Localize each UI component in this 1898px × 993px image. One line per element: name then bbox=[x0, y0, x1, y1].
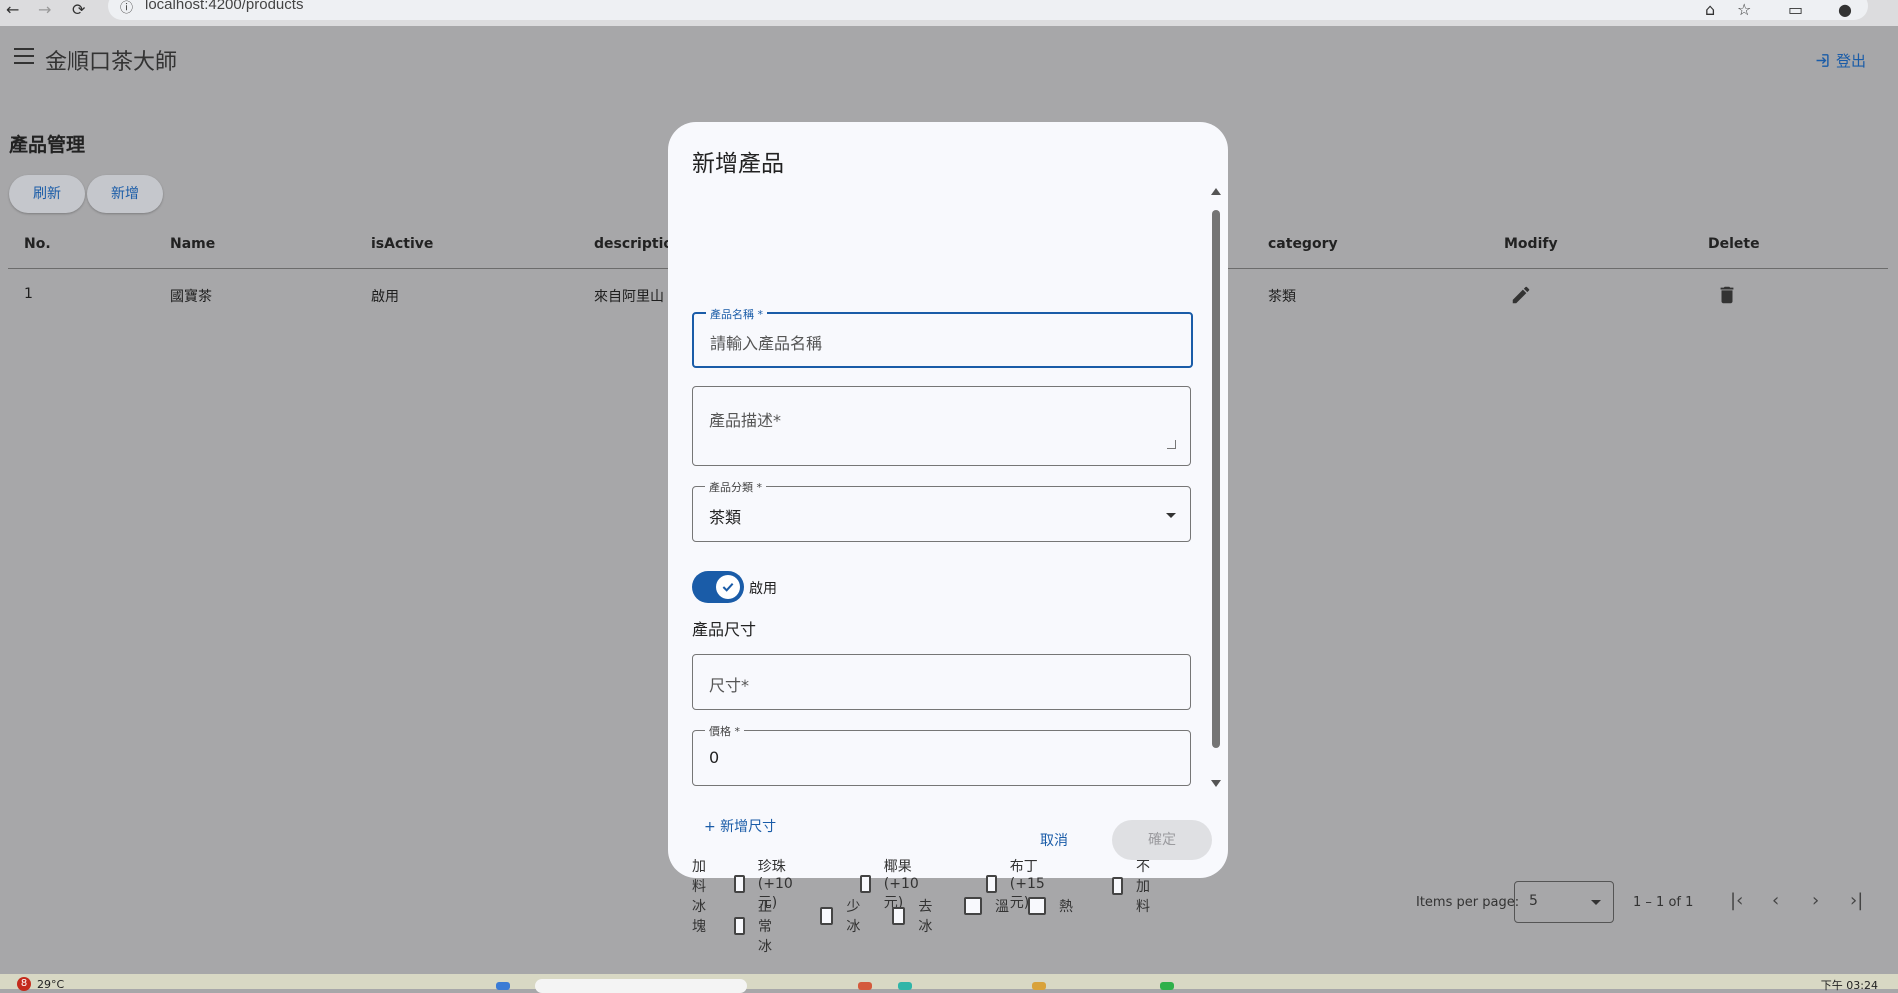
header-modify: Modify bbox=[1504, 236, 1558, 252]
paginator: Items per page: 5 1 – 1 of 1 |‹ ‹ › ›| bbox=[1390, 880, 1890, 926]
product-name-input[interactable]: 請輸入產品名稱 bbox=[710, 330, 822, 354]
caret-down-icon bbox=[1591, 900, 1601, 905]
first-page-icon[interactable]: |‹ bbox=[1730, 890, 1743, 911]
scroll-up-icon[interactable] bbox=[1211, 188, 1221, 195]
logout-icon bbox=[1816, 54, 1829, 67]
scroll-down-icon[interactable] bbox=[1211, 780, 1221, 787]
ice-option[interactable]: 正常冰 bbox=[734, 896, 779, 956]
cell-category: 茶類 bbox=[1268, 289, 1296, 305]
price-label: 價格 * bbox=[705, 723, 744, 739]
product-category-select[interactable]: 產品分類 * 茶類 bbox=[692, 479, 1191, 542]
page-title: 產品管理 bbox=[9, 134, 86, 156]
star-icon[interactable]: ☆ bbox=[1737, 0, 1751, 19]
page-size-value: 5 bbox=[1529, 893, 1538, 909]
logout-button[interactable]: 登出 bbox=[1813, 50, 1866, 71]
profile-icon[interactable]: ● bbox=[1838, 0, 1852, 19]
toppings-label: 加料 bbox=[692, 859, 706, 895]
cancel-button[interactable]: 取消 bbox=[1040, 830, 1068, 850]
previous-page-icon[interactable]: ‹ bbox=[1772, 890, 1779, 911]
checkbox[interactable] bbox=[860, 875, 871, 893]
ice-option[interactable]: 去冰 bbox=[892, 896, 937, 936]
cell-no: 1 bbox=[24, 286, 33, 302]
arrow-right-icon[interactable]: → bbox=[38, 0, 51, 19]
caret-down-icon bbox=[1166, 513, 1176, 518]
delete-icon[interactable] bbox=[1716, 284, 1738, 310]
add-size-button[interactable]: + 新增尺寸 bbox=[704, 816, 776, 836]
action-buttons: 刷新 新增 bbox=[9, 175, 163, 213]
weather-temperature: 29°C bbox=[37, 978, 65, 991]
header-name: Name bbox=[170, 236, 216, 252]
page-size-select[interactable]: 5 bbox=[1514, 881, 1614, 923]
extensions-icon[interactable]: ▭ bbox=[1788, 0, 1803, 19]
check-icon bbox=[722, 582, 734, 592]
address-bar[interactable] bbox=[108, 0, 1868, 20]
checkbox[interactable] bbox=[1028, 897, 1046, 915]
size-field[interactable]: 尺寸* bbox=[692, 654, 1191, 710]
checkbox[interactable] bbox=[734, 917, 745, 935]
app-title: 金順口茶大師 bbox=[45, 50, 178, 75]
cell-name: 國寶茶 bbox=[170, 289, 212, 305]
size-input[interactable]: 尺寸* bbox=[709, 672, 749, 696]
last-page-icon[interactable]: ›| bbox=[1850, 890, 1863, 911]
logout-label: 登出 bbox=[1835, 52, 1866, 70]
product-name-field[interactable]: 產品名稱 * 請輸入產品名稱 bbox=[692, 306, 1193, 368]
header-category: category bbox=[1268, 236, 1338, 252]
product-name-label: 產品名稱 * bbox=[706, 306, 767, 322]
dialog-scrollbar[interactable] bbox=[1210, 182, 1222, 792]
checkbox[interactable] bbox=[964, 897, 982, 915]
taskbar-search[interactable] bbox=[535, 979, 747, 993]
product-description-field[interactable]: 產品描述* bbox=[692, 386, 1191, 466]
taskbar-clock: 下午 03:24 bbox=[1820, 979, 1878, 992]
checkbox[interactable] bbox=[734, 875, 745, 893]
dialog-form: 產品名稱 * 請輸入產品名稱 產品描述* 產品分類 * 茶類 啟用 產品尺寸 尺… bbox=[692, 182, 1202, 955]
refresh-button[interactable]: 刷新 bbox=[9, 175, 85, 213]
header-delete: Delete bbox=[1708, 236, 1760, 252]
cell-is-active: 啟用 bbox=[371, 289, 399, 305]
product-description-input[interactable]: 產品描述* bbox=[709, 407, 781, 431]
reload-icon[interactable]: ⟳ bbox=[72, 0, 85, 19]
toggle-knob bbox=[716, 575, 740, 599]
active-toggle[interactable] bbox=[692, 571, 744, 603]
taskbar bbox=[0, 974, 1898, 989]
price-field[interactable]: 價格 * 0 bbox=[692, 723, 1191, 786]
add-product-button[interactable]: 新增 bbox=[87, 175, 163, 213]
checkbox[interactable] bbox=[892, 907, 906, 925]
resize-handle-icon[interactable] bbox=[1167, 440, 1176, 449]
header-is-active: isActive bbox=[371, 236, 434, 252]
product-category-label: 產品分類 * bbox=[705, 479, 766, 495]
page-range: 1 – 1 of 1 bbox=[1633, 895, 1694, 910]
header-no: No. bbox=[24, 236, 51, 252]
app-header: 金順口茶大師 登出 bbox=[0, 26, 1898, 90]
items-per-page-label: Items per page: bbox=[1416, 895, 1520, 910]
ice-option[interactable]: 少冰 bbox=[820, 896, 865, 936]
topping-option[interactable]: 不加料 bbox=[1112, 856, 1157, 916]
ice-label: 冰塊 bbox=[692, 899, 706, 935]
checkbox[interactable] bbox=[986, 875, 997, 893]
checkbox[interactable] bbox=[1112, 877, 1123, 895]
product-category-value: 茶類 bbox=[709, 508, 742, 527]
active-toggle-label: 啟用 bbox=[749, 581, 777, 597]
ice-option[interactable]: 溫 bbox=[964, 896, 1009, 916]
scrollbar-thumb[interactable] bbox=[1212, 210, 1220, 748]
ice-option[interactable]: 熱 bbox=[1028, 896, 1073, 916]
add-product-dialog: 新增產品 產品名稱 * 請輸入產品名稱 產品描述* 產品分類 * 茶類 啟用 產… bbox=[668, 122, 1228, 955]
checkbox[interactable] bbox=[820, 907, 834, 925]
menu-icon[interactable] bbox=[14, 48, 34, 64]
translate-icon[interactable]: ⌂ bbox=[1705, 0, 1715, 19]
edit-icon[interactable] bbox=[1510, 284, 1532, 310]
arrow-left-icon[interactable]: ← bbox=[6, 0, 19, 19]
price-input[interactable]: 0 bbox=[709, 748, 719, 767]
dialog-title: 新增產品 bbox=[692, 151, 784, 177]
next-page-icon[interactable]: › bbox=[1812, 890, 1819, 911]
browser-bar: ← → ⟳ ⓘ localhost:4200/products ⌂ ☆ ▭ ● bbox=[0, 0, 1898, 26]
site-info-icon[interactable]: ⓘ bbox=[120, 0, 133, 16]
size-section-label: 產品尺寸 bbox=[692, 620, 757, 639]
confirm-button[interactable]: 確定 bbox=[1112, 820, 1212, 860]
url-text: localhost:4200/products bbox=[145, 0, 304, 13]
cell-description: 來自阿里山 bbox=[594, 289, 664, 305]
